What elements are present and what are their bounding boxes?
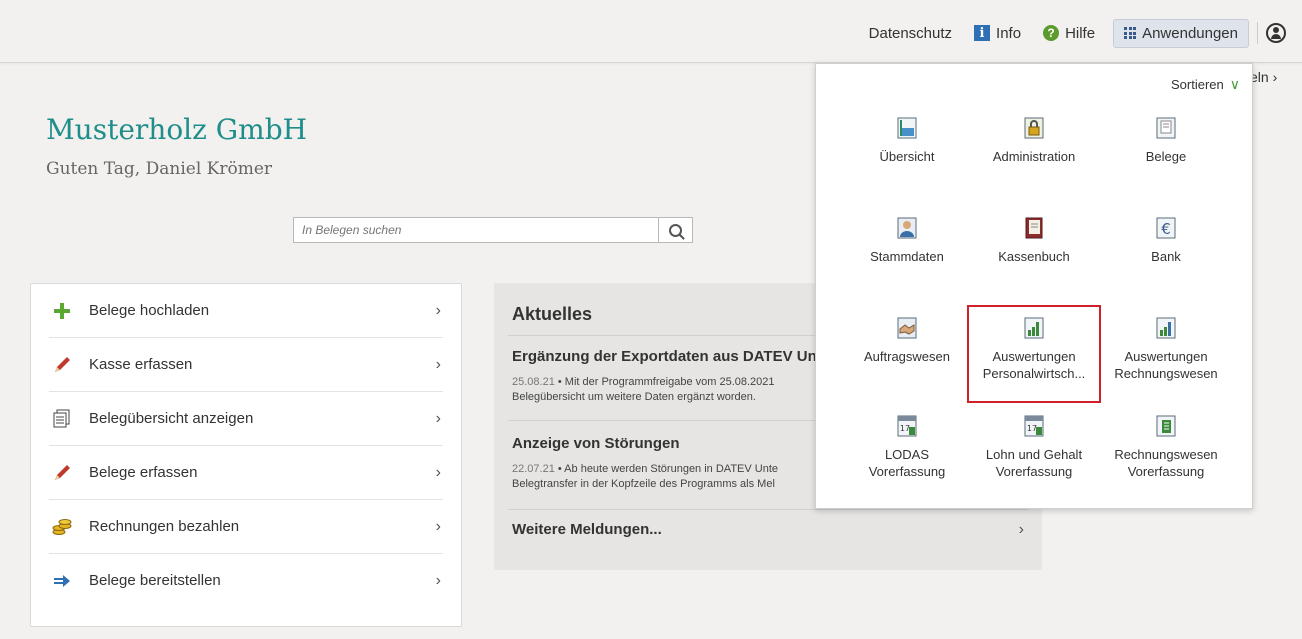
chevron-right-icon: › [435,301,441,319]
ledger-icon [1154,414,1178,438]
pencil-icon [51,462,73,484]
app-auftragswesen[interactable]: Auftragswesen [840,316,974,406]
receipt-icon [1154,116,1178,140]
plus-icon [51,300,73,322]
app-lohn-und-gehalt-vorerfassung[interactable]: 17 Lohn und Gehalt Vorerfassung [967,414,1101,504]
action-belege-bereitstellen[interactable]: Belege bereitstellen › [49,554,443,607]
app-bank[interactable]: € Bank [1099,216,1233,306]
greeting-text: Guten Tag, Daniel Krömer [46,159,273,179]
chart-icon [1154,316,1178,340]
news-title: Aktuelles [512,304,593,324]
help-label: Hilfe [1065,24,1096,42]
info-button[interactable]: i Info [974,25,1021,42]
handshake-icon [895,316,919,340]
action-kasse-erfassen[interactable]: Kasse erfassen › [49,338,443,392]
app-auswertungen-rechnungswesen[interactable]: Auswertungen Rechnungswesen [1099,316,1233,406]
chevron-down-icon: ∨ [1229,76,1240,92]
book-icon [1022,216,1046,240]
company-name: Musterholz GmbH [46,113,308,146]
arrow-right-icon [51,570,73,592]
app-auswertungen-personalwirtschaft[interactable]: Auswertungen Personalwirtsch... [967,305,1101,403]
app-grid-icon [1124,27,1137,39]
applications-button[interactable]: Anwendungen [1113,18,1249,48]
more-news-link[interactable]: Weitere Meldungen... [512,521,662,538]
news-item-title[interactable]: Anzeige von Störungen [512,435,680,452]
search-icon [669,223,682,237]
app-uebersicht[interactable]: Übersicht [840,116,974,206]
quick-actions-panel: Belege hochladen › Kasse erfassen › Bele… [30,283,462,627]
app-lodas-vorerfassung[interactable]: 17 LODAS Vorerfassung [840,414,974,504]
svg-text:€: € [1161,220,1171,238]
action-belege-erfassen[interactable]: Belege erfassen › [49,446,443,500]
overview-icon [895,116,919,140]
news-item-text: 22.07.21 • Ab heute werden Störungen in … [512,463,778,490]
help-icon: ? [1043,25,1060,41]
chevron-right-icon: › [435,571,441,589]
calendar-icon: 17 [895,414,919,438]
search-button[interactable] [659,217,693,243]
action-beleguebersicht-anzeigen[interactable]: Belegübersicht anzeigen › [49,392,443,446]
chevron-right-icon: › [435,409,441,427]
app-rechnungswesen-vorerfassung[interactable]: Rechnungswesen Vorerfassung [1099,414,1233,504]
action-label: Kasse erfassen [89,356,193,373]
svg-text:17: 17 [900,424,910,433]
search-input[interactable] [293,217,659,243]
svg-text:17: 17 [1027,424,1037,433]
app-belege[interactable]: Belege [1099,116,1233,206]
divider [1257,22,1258,44]
coins-icon [51,516,73,538]
chevron-right-icon: › [435,517,441,535]
action-label: Belege hochladen [89,302,210,319]
news-item-text: 25.08.21 • Mit der Programmfreigabe vom … [512,376,775,403]
app-stammdaten[interactable]: Stammdaten [840,216,974,306]
search-bar [293,217,693,245]
help-button[interactable]: ? Hilfe [1043,25,1095,42]
datenschutz-link[interactable]: Datenschutz [869,25,952,42]
action-rechnungen-bezahlen[interactable]: Rechnungen bezahlen › [49,500,443,554]
info-label: Info [996,24,1022,42]
action-label: Belegübersicht anzeigen [89,410,254,427]
news-item-date: 22.07.21 [512,463,555,475]
sort-label: Sortieren [1171,77,1224,92]
person-icon [895,216,919,240]
partially-hidden-link[interactable]: eln › [1250,69,1277,85]
chevron-right-icon[interactable]: › [1019,521,1024,539]
action-label: Rechnungen bezahlen [89,518,240,535]
sort-button[interactable]: Sortieren ∨ [1171,76,1240,93]
divider [508,509,1028,510]
app-administration[interactable]: Administration [967,116,1101,206]
lock-icon [1022,116,1046,140]
applications-dropdown: Sortieren ∨ Übersicht Administration Bel… [815,63,1253,509]
chart-icon [1022,316,1046,340]
action-label: Belege bereitstellen [89,572,221,589]
app-kassenbuch[interactable]: Kassenbuch [967,216,1101,306]
info-icon: i [974,25,991,41]
news-item-title[interactable]: Ergänzung der Exportdaten aus DATEV Un [512,348,817,365]
pencil-icon [51,354,73,376]
top-nav: Datenschutz i Info ? Hilfe Anwendungen [847,18,1302,48]
euro-icon: € [1154,216,1178,240]
calendar-icon: 17 [1022,414,1046,438]
documents-icon [51,408,73,430]
chevron-right-icon: › [435,355,441,373]
news-item-date: 25.08.21 [512,376,555,388]
action-belege-hochladen[interactable]: Belege hochladen › [49,284,443,338]
datenschutz-label: Datenschutz [868,24,953,42]
action-label: Belege erfassen [89,464,198,481]
user-profile-icon[interactable] [1266,23,1286,43]
chevron-right-icon: › [435,463,441,481]
applications-label: Anwendungen [1142,24,1238,42]
top-bar: Datenschutz i Info ? Hilfe Anwendungen [0,0,1302,63]
